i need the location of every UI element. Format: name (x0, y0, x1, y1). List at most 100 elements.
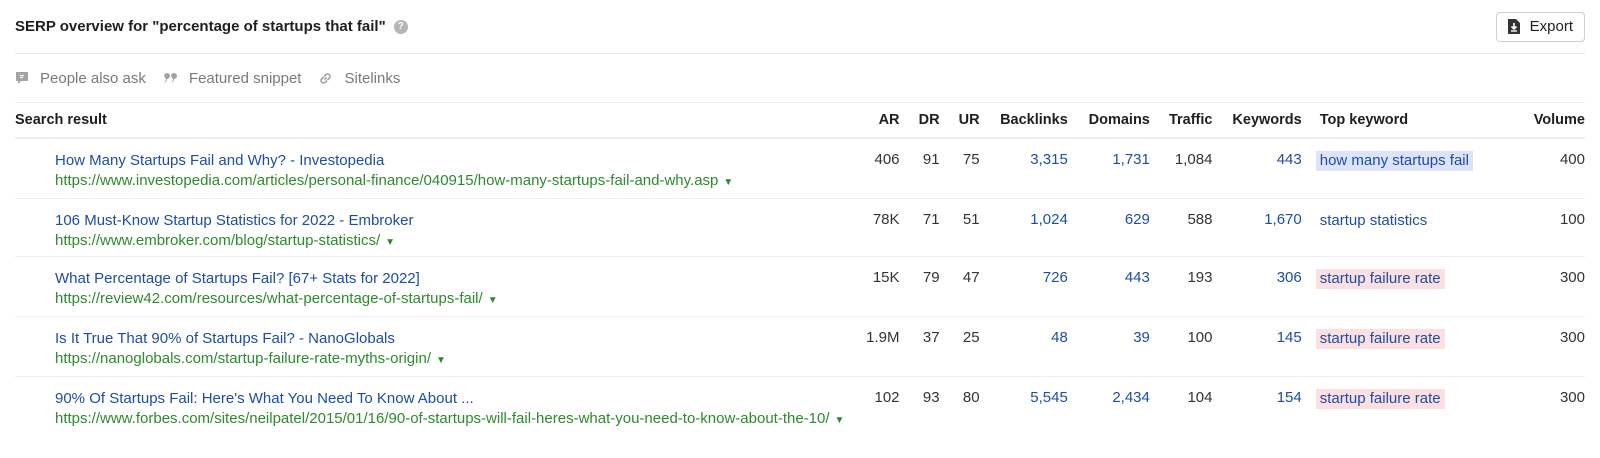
export-label: Export (1529, 18, 1573, 35)
keywords-link[interactable]: 306 (1277, 269, 1302, 286)
keywords-link[interactable]: 443 (1277, 151, 1302, 168)
feature-people-also-ask[interactable]: People also ask (15, 70, 146, 87)
ar-value: 406 (846, 138, 900, 199)
ar-value: 1.9M (846, 316, 900, 377)
serp-features-bar: People also ask Featured snippet Sitelin… (15, 54, 1585, 103)
backlinks-link[interactable]: 3,315 (1030, 151, 1068, 168)
traffic-value: 1,084 (1149, 138, 1213, 199)
feature-featured-snippet[interactable]: Featured snippet (163, 69, 302, 87)
panel-header: SERP overview for "percentage of startup… (15, 0, 1585, 54)
ur-value: 75 (939, 138, 980, 199)
volume-value: 300 (1559, 388, 1585, 406)
column-ur[interactable]: UR (939, 103, 980, 139)
url-dropdown-caret-icon[interactable]: ▼ (723, 177, 733, 188)
link-icon (320, 72, 332, 84)
top-keyword-link[interactable]: startup failure rate (1315, 268, 1445, 289)
traffic-value: 100 (1149, 316, 1213, 377)
result-title-link[interactable]: Is It True That 90% of Startups Fail? - … (55, 329, 846, 349)
top-keyword-link[interactable]: startup failure rate (1315, 328, 1445, 349)
traffic-value: 193 (1149, 256, 1213, 317)
serp-table: Search result AR DR UR Backlinks Domains… (15, 103, 1585, 456)
volume-value: 400 (1497, 138, 1585, 199)
table-row: How Many Startups Fail and Why? - Invest… (15, 138, 1585, 199)
ur-value: 25 (939, 316, 980, 377)
url-dropdown-caret-icon[interactable]: ▼ (385, 237, 395, 248)
dr-value: 71 (899, 198, 940, 257)
page-title: SERP overview for "percentage of startup… (15, 18, 386, 35)
feature-label: Featured snippet (188, 69, 302, 87)
table-row: 90% Of Startups Fail: Here's What You Ne… (15, 376, 1585, 456)
download-icon (1507, 19, 1520, 34)
domains-link[interactable]: 1,731 (1112, 151, 1150, 168)
feature-label: People also ask (40, 69, 146, 87)
result-url-link[interactable]: https://www.embroker.com/blog/startup-st… (55, 232, 380, 249)
result-url-link[interactable]: https://www.investopedia.com/articles/pe… (55, 172, 718, 189)
domains-link[interactable]: 443 (1125, 269, 1150, 286)
volume-value: 300 (1497, 256, 1585, 317)
result-cell: Is It True That 90% of Startups Fail? - … (15, 316, 847, 377)
quote-icon (163, 73, 177, 83)
ur-value: 80 (962, 388, 980, 406)
feature-sitelinks[interactable]: Sitelinks (318, 70, 400, 87)
column-dr[interactable]: DR (899, 103, 940, 139)
keywords-link[interactable]: 145 (1277, 329, 1302, 346)
top-keyword-link[interactable]: startup failure rate (1315, 388, 1445, 409)
table-header-row: Search result AR DR UR Backlinks Domains… (15, 103, 1585, 139)
result-cell: 90% Of Startups Fail: Here's What You Ne… (15, 376, 846, 456)
column-volume[interactable]: Volume (1497, 103, 1585, 139)
backlinks-link[interactable]: 726 (1043, 269, 1068, 286)
result-url-link[interactable]: https://www.forbes.com/sites/neilpatel/2… (55, 410, 830, 427)
backlinks-link[interactable]: 5,545 (1030, 389, 1068, 406)
column-ar[interactable]: AR (846, 103, 900, 139)
result-title-link[interactable]: 106 Must-Know Startup Statistics for 202… (55, 211, 846, 231)
ur-value: 47 (939, 256, 980, 317)
column-top-keyword[interactable]: Top keyword (1301, 103, 1498, 139)
dr-value: 93 (922, 388, 940, 406)
column-search-result[interactable]: Search result (15, 103, 847, 139)
result-title-link[interactable]: 90% Of Startups Fail: Here's What You Ne… (55, 389, 846, 409)
chat-bubble-icon (16, 72, 28, 84)
keywords-link[interactable]: 154 (1277, 389, 1302, 406)
result-cell: How Many Startups Fail and Why? - Invest… (15, 138, 847, 199)
title-wrap: SERP overview for "percentage of startup… (15, 18, 408, 35)
column-backlinks[interactable]: Backlinks (979, 103, 1068, 139)
ar-value: 15K (846, 256, 900, 317)
result-cell: 106 Must-Know Startup Statistics for 202… (15, 198, 847, 257)
feature-label: Sitelinks (344, 69, 401, 87)
domains-link[interactable]: 2,434 (1112, 389, 1150, 406)
column-domains[interactable]: Domains (1067, 103, 1150, 139)
volume-value: 100 (1497, 198, 1585, 257)
result-url-link[interactable]: https://nanoglobals.com/startup-failure-… (55, 350, 431, 367)
result-title-link[interactable]: How Many Startups Fail and Why? - Invest… (55, 151, 846, 171)
result-title-link[interactable]: What Percentage of Startups Fail? [67+ S… (55, 269, 846, 289)
url-dropdown-caret-icon[interactable]: ▼ (488, 295, 498, 306)
ar-value: 102 (874, 388, 900, 406)
dr-value: 91 (899, 138, 940, 199)
top-keyword-link[interactable]: how many startups fail (1315, 151, 1473, 171)
table-row: Is It True That 90% of Startups Fail? - … (15, 316, 1585, 377)
export-button[interactable]: Export (1495, 11, 1585, 42)
keywords-link[interactable]: 1,670 (1264, 211, 1302, 228)
domains-link[interactable]: 629 (1125, 211, 1150, 228)
volume-value: 300 (1497, 316, 1585, 377)
url-dropdown-caret-icon[interactable]: ▼ (835, 415, 845, 426)
dr-value: 37 (899, 316, 940, 377)
table-row: What Percentage of Startups Fail? [67+ S… (15, 256, 1585, 317)
backlinks-link[interactable]: 1,024 (1030, 211, 1068, 228)
backlinks-link[interactable]: 48 (1051, 329, 1068, 346)
top-keyword-link[interactable]: startup statistics (1316, 211, 1432, 231)
result-cell: What Percentage of Startups Fail? [67+ S… (15, 256, 847, 317)
column-keywords[interactable]: Keywords (1212, 103, 1302, 139)
help-icon[interactable]: ? (393, 19, 408, 34)
traffic-value: 588 (1149, 198, 1213, 257)
result-url-link[interactable]: https://review42.com/resources/what-perc… (55, 290, 483, 307)
table-row: 106 Must-Know Startup Statistics for 202… (15, 198, 1585, 257)
ur-value: 51 (939, 198, 980, 257)
domains-link[interactable]: 39 (1133, 329, 1150, 346)
url-dropdown-caret-icon[interactable]: ▼ (436, 355, 446, 366)
dr-value: 79 (899, 256, 940, 317)
traffic-value: 104 (1187, 388, 1213, 406)
column-traffic[interactable]: Traffic (1149, 103, 1213, 139)
serp-overview-panel: SERP overview for "percentage of startup… (0, 0, 1600, 458)
ar-value: 78K (846, 198, 900, 257)
